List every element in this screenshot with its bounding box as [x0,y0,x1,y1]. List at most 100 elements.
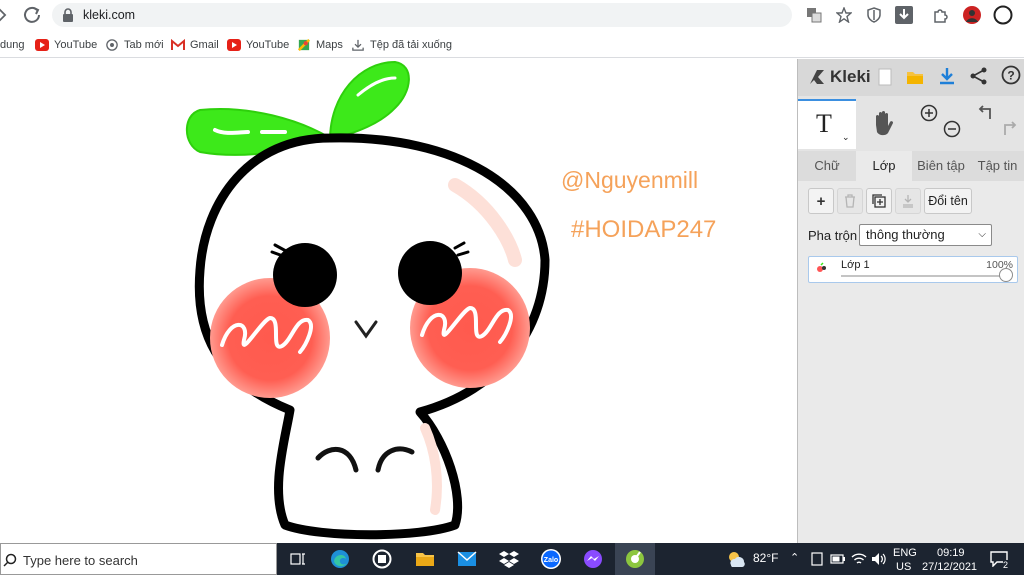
gmail-icon [171,39,185,50]
zalo-icon: Zalo [541,549,561,569]
task-view-button[interactable] [278,543,318,575]
store-icon [372,549,392,569]
opacity-slider-handle[interactable] [999,268,1013,282]
taskbar-search[interactable]: Type here to search [0,543,277,575]
search-icon [3,553,17,567]
screen: kleki.com dung YouTube Tab mới Gmail You… [0,0,1024,575]
edge-icon [331,550,349,568]
share-icon[interactable] [970,67,988,85]
bookmark-item[interactable]: Tab mới [105,38,164,52]
panel-header: Kleki ? [798,59,1024,96]
bookmark-item[interactable]: Maps [297,38,343,52]
bookmark-item[interactable]: YouTube [227,38,289,52]
kleki-logo[interactable]: Kleki [808,64,871,90]
mail-app[interactable] [447,543,487,575]
omnibox[interactable] [52,3,792,27]
dropbox-icon [499,551,519,568]
shield-icon[interactable] [864,5,884,25]
text-tool-icon: T [816,109,832,138]
weather-temp[interactable]: 82°F [753,551,778,565]
volume-icon[interactable] [871,552,887,566]
messenger-icon [584,550,602,568]
puzzle-icon[interactable] [930,5,950,25]
chrome-app-icon [626,550,644,568]
language-region[interactable]: US [896,561,911,573]
avatar[interactable] [962,5,982,25]
redo-icon[interactable] [999,120,1017,138]
rename-layer-button[interactable]: Đổi tên [924,188,972,214]
language-code[interactable]: ENG [893,547,917,559]
blend-mode-label: Pha trộn [808,228,858,243]
undo-icon[interactable] [978,104,996,122]
open-folder-icon[interactable] [906,69,924,85]
youtube-icon [227,39,241,51]
search-placeholder: Type here to search [23,553,138,568]
download-ext-icon[interactable] [894,5,914,25]
star-icon[interactable] [834,5,854,25]
mail-icon [457,551,477,566]
plus-icon: + [816,192,826,210]
bookmark-item[interactable]: Gmail [171,38,219,52]
wifi-icon[interactable] [851,552,867,566]
store-app[interactable] [362,543,402,575]
maps-icon [297,39,311,51]
chrome-app[interactable] [615,543,655,575]
trash-icon [845,194,855,208]
translate-icon[interactable] [804,5,824,25]
zoom-in-icon[interactable] [920,104,938,122]
blend-mode-select[interactable]: thông thường ⌵ [859,224,992,246]
url-text[interactable]: kleki.com [83,8,135,22]
reload-icon[interactable] [22,5,42,25]
dropbox-app[interactable] [489,543,529,575]
zoom-out-icon[interactable] [943,120,961,138]
file-explorer-app[interactable] [405,543,445,575]
address-bar: kleki.com [0,0,1024,30]
help-icon[interactable]: ? [1001,65,1021,85]
bookmark-item[interactable]: YouTube [35,38,97,52]
clock-time[interactable]: 09:19 [937,547,965,559]
device-icon[interactable] [810,552,824,566]
tool-row: T ⌄ [798,96,1024,151]
taskbar: Type here to search Zalo 82°F ⌃ ENG US 0… [0,543,1024,575]
save-download-icon[interactable] [938,67,956,85]
layer-name: Lớp 1 [841,259,870,271]
edge-app[interactable] [320,543,360,575]
chrome-icon [106,39,118,51]
delete-layer-button[interactable] [837,188,863,214]
new-file-icon[interactable] [878,68,892,86]
layer-tools: + Đổi tên [798,181,1024,221]
chevron-up-icon[interactable]: ⌃ [790,551,799,564]
hand-tool-icon[interactable] [870,109,896,137]
task-view-icon [290,553,305,565]
profile-circle-icon[interactable] [993,5,1013,25]
layer-item[interactable]: Lớp 1 100% [808,256,1018,283]
folder-icon [416,553,434,566]
kleki-panel: Kleki ? T ⌄ Chữ Lớp Biên tập Tập tin + Đ… [797,59,1024,543]
drawing-canvas[interactable]: @Nguyenmill #HOIDAP247 [0,59,797,543]
tab-layers[interactable]: Lớp [856,151,912,181]
kleki-logo-icon [810,70,824,84]
chevron-down-icon: ⌵ [978,229,986,240]
lock-icon[interactable] [62,8,74,22]
bookmark-item[interactable]: Tệp đã tải xuống [351,38,452,52]
opacity-slider-track[interactable] [841,275,1007,277]
svg-text:Zalo: Zalo [544,557,558,564]
svg-text:?: ? [1007,69,1014,83]
tab-file[interactable]: Tập tin [970,151,1024,181]
layer-thumbnail [814,262,830,276]
weather-icon[interactable] [726,550,746,568]
panel-tabs: Chữ Lớp Biên tập Tập tin [798,151,1024,181]
add-layer-button[interactable]: + [808,188,834,214]
clock-date[interactable]: 27/12/2021 [922,561,977,573]
zalo-app[interactable]: Zalo [531,543,571,575]
forward-icon[interactable] [0,8,7,22]
tab-text[interactable]: Chữ [798,151,856,181]
bookmark-item[interactable]: dung [0,38,24,52]
duplicate-layer-button[interactable] [866,188,892,214]
battery-icon[interactable] [830,554,846,564]
text-tool-button[interactable]: T ⌄ [798,99,856,149]
tab-edit[interactable]: Biên tập [912,151,970,181]
right-eye [398,241,462,305]
messenger-app[interactable] [573,543,613,575]
merge-down-button[interactable] [895,188,921,214]
